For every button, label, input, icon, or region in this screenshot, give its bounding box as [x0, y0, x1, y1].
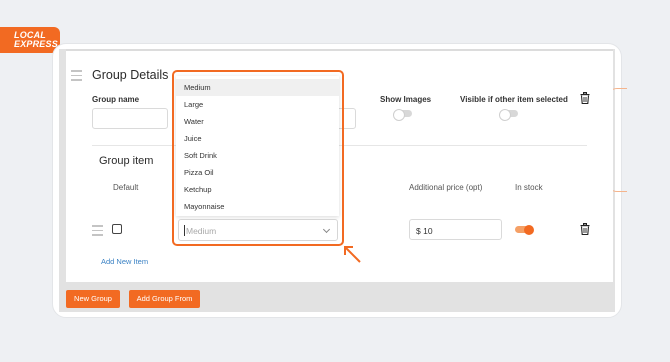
show-images-toggle[interactable] — [393, 108, 412, 121]
logo-line-2: EXPRESS — [14, 39, 58, 49]
local-express-logo: LOCAL EXPRESS — [0, 27, 60, 53]
additional-price-column-header: Additional price (opt) — [409, 183, 483, 192]
text-cursor — [184, 225, 185, 236]
visible-if-selected-label: Visible if other item selected — [460, 95, 568, 104]
add-new-item-link[interactable]: Add New Item — [101, 257, 148, 266]
dropdown-option[interactable]: Juice — [176, 130, 339, 147]
group-item-title: Group item — [99, 155, 154, 167]
dropdown-option[interactable]: Ketchup — [176, 181, 339, 198]
section-divider — [92, 145, 587, 146]
default-checkbox[interactable] — [112, 224, 122, 234]
delete-item-trash-icon[interactable] — [580, 223, 590, 235]
show-images-label: Show Images — [380, 95, 432, 104]
dropdown-option[interactable]: Mayonnaise — [176, 198, 339, 215]
delete-group-trash-icon[interactable] — [580, 92, 590, 104]
chevron-down-icon — [322, 225, 331, 234]
visible-toggle[interactable] — [499, 108, 518, 121]
group-details-title: Group Details — [92, 68, 169, 82]
group-name-label: Group name — [92, 95, 140, 104]
item-drag-handle-icon[interactable] — [92, 225, 103, 239]
group-drag-handle-icon[interactable] — [71, 70, 82, 84]
default-column-header: Default — [113, 183, 139, 192]
group-name-input[interactable] — [92, 108, 168, 129]
in-stock-toggle[interactable] — [515, 224, 534, 235]
dropdown-option[interactable]: Water — [176, 113, 339, 130]
item-option-select[interactable]: Medium — [178, 219, 338, 241]
in-stock-column-header: In stock — [515, 183, 543, 192]
additional-price-input[interactable]: $ 10 — [409, 219, 502, 240]
arrow-pointer-icon — [344, 246, 361, 263]
dropdown-option[interactable]: Large — [176, 96, 339, 113]
dropdown-option[interactable]: Soft Drink — [176, 147, 339, 164]
new-group-button[interactable]: New Group — [66, 290, 120, 308]
option-dropdown-list: Medium Large Water Juice Soft Drink Pizz… — [176, 76, 339, 216]
add-group-from-button[interactable]: Add Group From — [129, 290, 200, 308]
select-value: Medium — [186, 226, 217, 236]
dropdown-option[interactable]: Medium — [176, 79, 339, 96]
dropdown-option[interactable]: Pizza Oil — [176, 164, 339, 181]
